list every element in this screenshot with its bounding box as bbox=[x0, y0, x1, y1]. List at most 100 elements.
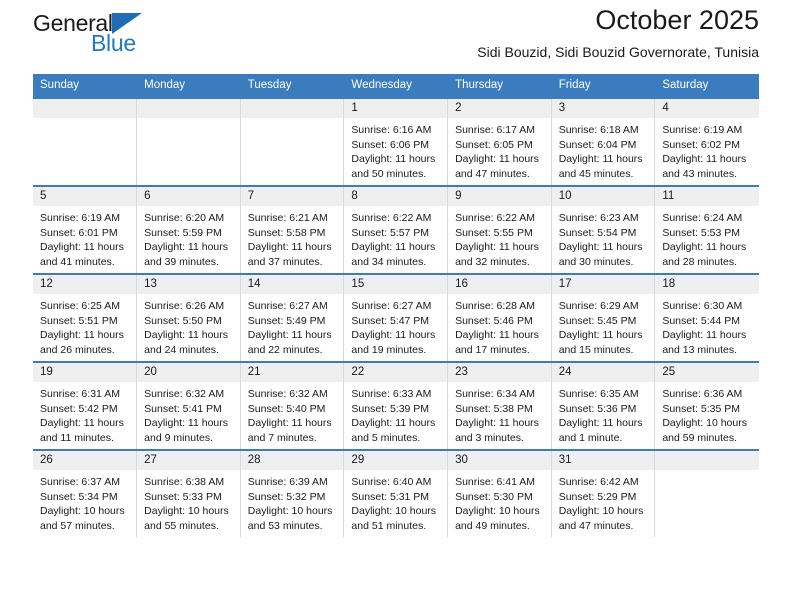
calendar-day-cell[interactable]: 27 Sunrise: 6:38 AM Sunset: 5:33 PM Dayligh… bbox=[136, 449, 241, 537]
calendar-day-cell[interactable]: 22 Sunrise: 6:33 AM Sunset: 5:39 PM Dayligh… bbox=[343, 361, 449, 450]
day-cell-inner: 29 Sunrise: 6:40 AM Sunset: 5:31 PM Dayligh… bbox=[344, 451, 448, 537]
day-number: 2 bbox=[448, 99, 551, 118]
sunrise-text: Sunrise: 6:21 AM bbox=[247, 212, 328, 224]
sunset-text: Sunset: 5:47 PM bbox=[351, 314, 430, 327]
day-cell-inner bbox=[240, 99, 344, 185]
daylight-text: Daylight: 11 hours and 39 minutes. bbox=[144, 241, 228, 268]
day-cell-inner: 25 Sunrise: 6:36 AM Sunset: 5:35 PM Dayligh… bbox=[655, 363, 759, 449]
calendar-day-cell[interactable]: 26 Sunrise: 6:37 AM Sunset: 5:34 PM Dayligh… bbox=[33, 449, 138, 537]
calendar-day-cell[interactable]: 1 Sunrise: 6:16 AM Sunset: 6:06 PM Daylight… bbox=[343, 97, 449, 186]
calendar-day-cell[interactable]: 16 Sunrise: 6:28 AM Sunset: 5:46 PM Dayligh… bbox=[447, 273, 552, 362]
calendar-week-row: 19 Sunrise: 6:31 AM Sunset: 5:42 PM Dayligh… bbox=[33, 361, 759, 450]
day-cell-inner: 24 Sunrise: 6:35 AM Sunset: 5:36 PM Dayligh… bbox=[551, 363, 655, 449]
day-number: 15 bbox=[344, 275, 448, 294]
sunrise-text: Sunrise: 6:41 AM bbox=[455, 476, 536, 488]
day-cell-inner: 2 Sunrise: 6:17 AM Sunset: 6:05 PM Daylight… bbox=[448, 99, 551, 185]
calendar-day-cell[interactable]: 13 Sunrise: 6:26 AM Sunset: 5:50 PM Dayligh… bbox=[136, 273, 241, 362]
day-details: Sunrise: 6:27 AM Sunset: 5:49 PM Daylight:… bbox=[241, 294, 344, 357]
day-number: 28 bbox=[240, 451, 344, 470]
daylight-text: Daylight: 10 hours and 51 minutes. bbox=[351, 505, 437, 532]
day-number: 7 bbox=[240, 187, 344, 206]
sunrise-text: Sunrise: 6:22 AM bbox=[455, 212, 536, 224]
day-number: 24 bbox=[551, 363, 655, 382]
day-details: Sunrise: 6:22 AM Sunset: 5:57 PM Daylight:… bbox=[344, 206, 447, 269]
day-details: Sunrise: 6:17 AM Sunset: 6:05 PM Daylight:… bbox=[448, 118, 551, 181]
sunset-text: Sunset: 5:40 PM bbox=[247, 402, 326, 415]
day-details: Sunrise: 6:23 AM Sunset: 5:54 PM Daylight:… bbox=[552, 206, 655, 269]
daylight-text: Daylight: 11 hours and 19 minutes. bbox=[351, 329, 436, 356]
day-cell-inner: 9 Sunrise: 6:22 AM Sunset: 5:55 PM Daylight… bbox=[448, 187, 551, 273]
daylight-text: Daylight: 11 hours and 11 minutes. bbox=[40, 417, 124, 444]
calendar-day-cell[interactable]: 4 Sunrise: 6:19 AM Sunset: 6:02 PM Daylight… bbox=[654, 97, 759, 186]
calendar-day-cell[interactable]: 9 Sunrise: 6:22 AM Sunset: 5:55 PM Daylight… bbox=[447, 185, 552, 274]
weekday-header-sunday: Sunday bbox=[33, 74, 138, 98]
day-number: 14 bbox=[240, 275, 344, 294]
day-details: Sunrise: 6:16 AM Sunset: 6:06 PM Daylight:… bbox=[344, 118, 447, 181]
daylight-text: Daylight: 11 hours and 34 minutes. bbox=[351, 241, 436, 268]
day-number: 25 bbox=[655, 363, 759, 382]
sunrise-text: Sunrise: 6:25 AM bbox=[40, 300, 120, 312]
calendar-day-cell[interactable]: 21 Sunrise: 6:32 AM Sunset: 5:40 PM Dayligh… bbox=[240, 361, 345, 450]
calendar-day-cell[interactable]: 10 Sunrise: 6:23 AM Sunset: 5:54 PM Dayligh… bbox=[551, 185, 656, 274]
day-number: 13 bbox=[137, 275, 240, 294]
calendar-day-cell[interactable]: 15 Sunrise: 6:27 AM Sunset: 5:47 PM Dayligh… bbox=[343, 273, 449, 362]
calendar-day-cell[interactable]: 24 Sunrise: 6:35 AM Sunset: 5:36 PM Dayligh… bbox=[551, 361, 656, 450]
day-cell-inner: 4 Sunrise: 6:19 AM Sunset: 6:02 PM Daylight… bbox=[655, 99, 759, 185]
calendar-day-cell[interactable]: 12 Sunrise: 6:25 AM Sunset: 5:51 PM Dayligh… bbox=[33, 273, 138, 362]
day-cell-inner: 28 Sunrise: 6:39 AM Sunset: 5:32 PM Dayligh… bbox=[240, 451, 344, 537]
sunset-text: Sunset: 5:31 PM bbox=[351, 490, 430, 503]
calendar-day-cell[interactable]: 11 Sunrise: 6:24 AM Sunset: 5:53 PM Dayligh… bbox=[654, 185, 759, 274]
calendar-day-cell[interactable]: 17 Sunrise: 6:29 AM Sunset: 5:45 PM Dayligh… bbox=[551, 273, 656, 362]
calendar-day-cell[interactable]: 20 Sunrise: 6:32 AM Sunset: 5:41 PM Dayligh… bbox=[136, 361, 241, 450]
day-details: Sunrise: 6:27 AM Sunset: 5:47 PM Daylight:… bbox=[344, 294, 447, 357]
day-number bbox=[655, 451, 759, 470]
day-cell-inner: 13 Sunrise: 6:26 AM Sunset: 5:50 PM Dayligh… bbox=[137, 275, 240, 361]
page-subtitle: Sidi Bouzid, Sidi Bouzid Governorate, Tu… bbox=[477, 44, 759, 60]
calendar-day-cell[interactable]: 25 Sunrise: 6:36 AM Sunset: 5:35 PM Dayligh… bbox=[654, 361, 759, 450]
day-cell-inner: 23 Sunrise: 6:34 AM Sunset: 5:38 PM Dayligh… bbox=[448, 363, 551, 449]
day-number: 26 bbox=[33, 451, 137, 470]
calendar-day-cell[interactable]: 19 Sunrise: 6:31 AM Sunset: 5:42 PM Dayligh… bbox=[33, 361, 138, 450]
day-cell-inner: 17 Sunrise: 6:29 AM Sunset: 5:45 PM Dayligh… bbox=[551, 275, 655, 361]
calendar-day-cell[interactable]: 2 Sunrise: 6:17 AM Sunset: 6:05 PM Daylight… bbox=[447, 97, 552, 186]
day-number: 16 bbox=[448, 275, 551, 294]
sunset-text: Sunset: 5:58 PM bbox=[247, 226, 326, 239]
calendar-week-row: 26 Sunrise: 6:37 AM Sunset: 5:34 PM Dayligh… bbox=[33, 449, 759, 537]
sunrise-text: Sunrise: 6:33 AM bbox=[351, 388, 432, 400]
calendar-day-cell[interactable]: 31 Sunrise: 6:42 AM Sunset: 5:29 PM Dayligh… bbox=[551, 449, 656, 537]
day-number: 21 bbox=[240, 363, 344, 382]
sunrise-text: Sunrise: 6:27 AM bbox=[247, 300, 328, 312]
day-cell-inner: 21 Sunrise: 6:32 AM Sunset: 5:40 PM Dayligh… bbox=[240, 363, 344, 449]
day-cell-inner: 30 Sunrise: 6:41 AM Sunset: 5:30 PM Dayligh… bbox=[448, 451, 551, 537]
calendar-day-cell[interactable]: 5 Sunrise: 6:19 AM Sunset: 6:01 PM Daylight… bbox=[33, 185, 138, 274]
calendar-cell-empty bbox=[136, 97, 241, 186]
calendar-day-cell[interactable]: 6 Sunrise: 6:20 AM Sunset: 5:59 PM Daylight… bbox=[136, 185, 241, 274]
day-details: Sunrise: 6:26 AM Sunset: 5:50 PM Daylight:… bbox=[137, 294, 240, 357]
day-details: Sunrise: 6:29 AM Sunset: 5:45 PM Daylight:… bbox=[552, 294, 655, 357]
weekday-header-row: Sunday Monday Tuesday Wednesday Thursday… bbox=[33, 74, 759, 98]
day-number: 23 bbox=[448, 363, 551, 382]
day-number: 20 bbox=[137, 363, 240, 382]
day-details: Sunrise: 6:19 AM Sunset: 6:01 PM Daylight:… bbox=[33, 206, 136, 269]
calendar-day-cell[interactable]: 14 Sunrise: 6:27 AM Sunset: 5:49 PM Dayligh… bbox=[240, 273, 345, 362]
calendar-day-cell[interactable]: 23 Sunrise: 6:34 AM Sunset: 5:38 PM Dayligh… bbox=[447, 361, 552, 450]
calendar-day-cell[interactable]: 29 Sunrise: 6:40 AM Sunset: 5:31 PM Dayligh… bbox=[343, 449, 449, 537]
sunset-text: Sunset: 5:34 PM bbox=[40, 490, 118, 503]
calendar-day-cell[interactable]: 7 Sunrise: 6:21 AM Sunset: 5:58 PM Daylight… bbox=[240, 185, 345, 274]
calendar-day-cell[interactable]: 3 Sunrise: 6:18 AM Sunset: 6:04 PM Daylight… bbox=[551, 97, 656, 186]
generalblue-logo[interactable]: General Blue bbox=[33, 0, 142, 55]
calendar-cell-empty bbox=[654, 449, 759, 537]
page-header: General Blue October 2025 Sidi Bouzid, S… bbox=[33, 0, 759, 74]
calendar-day-cell[interactable]: 8 Sunrise: 6:22 AM Sunset: 5:57 PM Daylight… bbox=[343, 185, 449, 274]
calendar-week-row: 12 Sunrise: 6:25 AM Sunset: 5:51 PM Dayligh… bbox=[33, 273, 759, 362]
calendar-cell-empty bbox=[33, 97, 138, 186]
sunrise-text: Sunrise: 6:22 AM bbox=[351, 212, 432, 224]
calendar-day-cell[interactable]: 28 Sunrise: 6:39 AM Sunset: 5:32 PM Dayligh… bbox=[240, 449, 345, 537]
day-number: 1 bbox=[344, 99, 448, 118]
day-details: Sunrise: 6:31 AM Sunset: 5:42 PM Daylight:… bbox=[33, 382, 136, 445]
day-number: 5 bbox=[33, 187, 137, 206]
calendar-day-cell[interactable]: 18 Sunrise: 6:30 AM Sunset: 5:44 PM Dayligh… bbox=[654, 273, 759, 362]
daylight-text: Daylight: 11 hours and 22 minutes. bbox=[247, 329, 332, 356]
sunrise-sunset-calendar: Sunday Monday Tuesday Wednesday Thursday… bbox=[33, 74, 759, 537]
calendar-day-cell[interactable]: 30 Sunrise: 6:41 AM Sunset: 5:30 PM Dayligh… bbox=[447, 449, 552, 537]
